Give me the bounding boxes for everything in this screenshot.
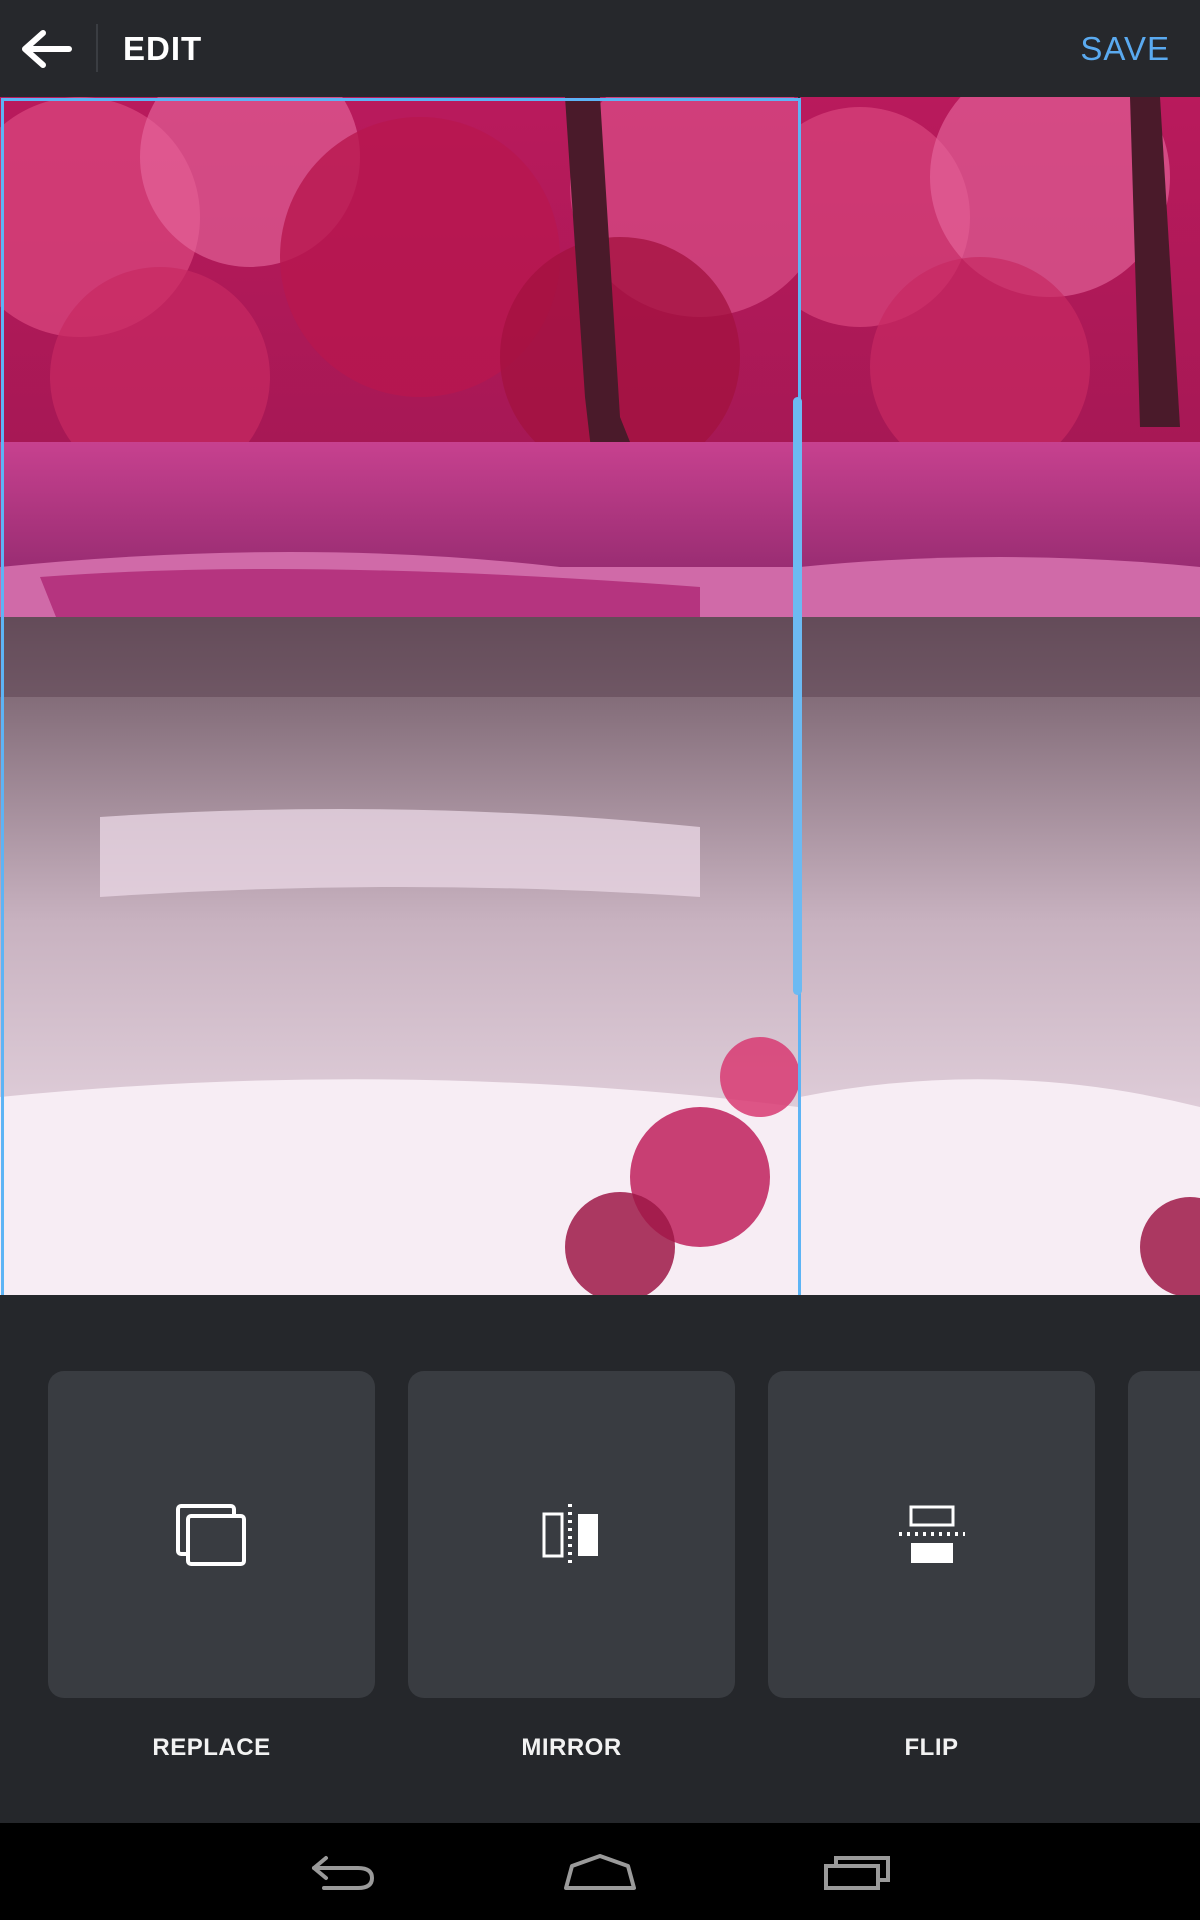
nav-recents-button[interactable] xyxy=(802,1837,912,1907)
waterfall-photo xyxy=(0,97,798,1295)
tool-replace[interactable]: REPLACE xyxy=(48,1371,375,1762)
mirror-icon xyxy=(542,1503,598,1566)
replace-icon xyxy=(175,1503,246,1566)
photo-tile-left[interactable] xyxy=(0,97,798,1295)
tool-strip: REPLACE MIRROR FLIP xyxy=(0,1295,1200,1823)
tool-label: REPLACE xyxy=(152,1734,271,1761)
mirror-button[interactable] xyxy=(408,1371,735,1698)
photo-canvas xyxy=(0,97,1200,1295)
flip-button[interactable] xyxy=(768,1371,1095,1698)
tool-mirror[interactable]: MIRROR xyxy=(408,1371,735,1762)
more-tool-button[interactable] xyxy=(1128,1371,1200,1698)
tool-more-partial[interactable] xyxy=(1128,1371,1200,1698)
system-nav-bar xyxy=(0,1823,1200,1920)
nav-home-button[interactable] xyxy=(545,1837,655,1907)
back-nav-icon xyxy=(312,1856,375,1890)
save-button[interactable]: SAVE xyxy=(1080,30,1170,68)
replace-button[interactable] xyxy=(48,1371,375,1698)
app-bar-divider xyxy=(96,24,98,72)
arrow-back-icon xyxy=(22,30,72,68)
home-nav-icon xyxy=(564,1854,636,1890)
photo-tile-right[interactable] xyxy=(800,97,1200,1295)
flip-icon xyxy=(898,1505,965,1563)
page-title: EDIT xyxy=(123,30,203,67)
tool-label: FLIP xyxy=(904,1734,959,1761)
divider-resize-handle[interactable] xyxy=(793,397,802,995)
tool-label: MIRROR xyxy=(521,1734,622,1761)
waterfall-photo-mirrored xyxy=(800,97,1200,1295)
app-bar: EDIT SAVE xyxy=(0,0,1200,97)
recents-nav-icon xyxy=(824,1856,890,1890)
tool-flip[interactable]: FLIP xyxy=(768,1371,1095,1762)
nav-back-button[interactable] xyxy=(288,1837,398,1907)
back-button[interactable] xyxy=(14,16,80,82)
